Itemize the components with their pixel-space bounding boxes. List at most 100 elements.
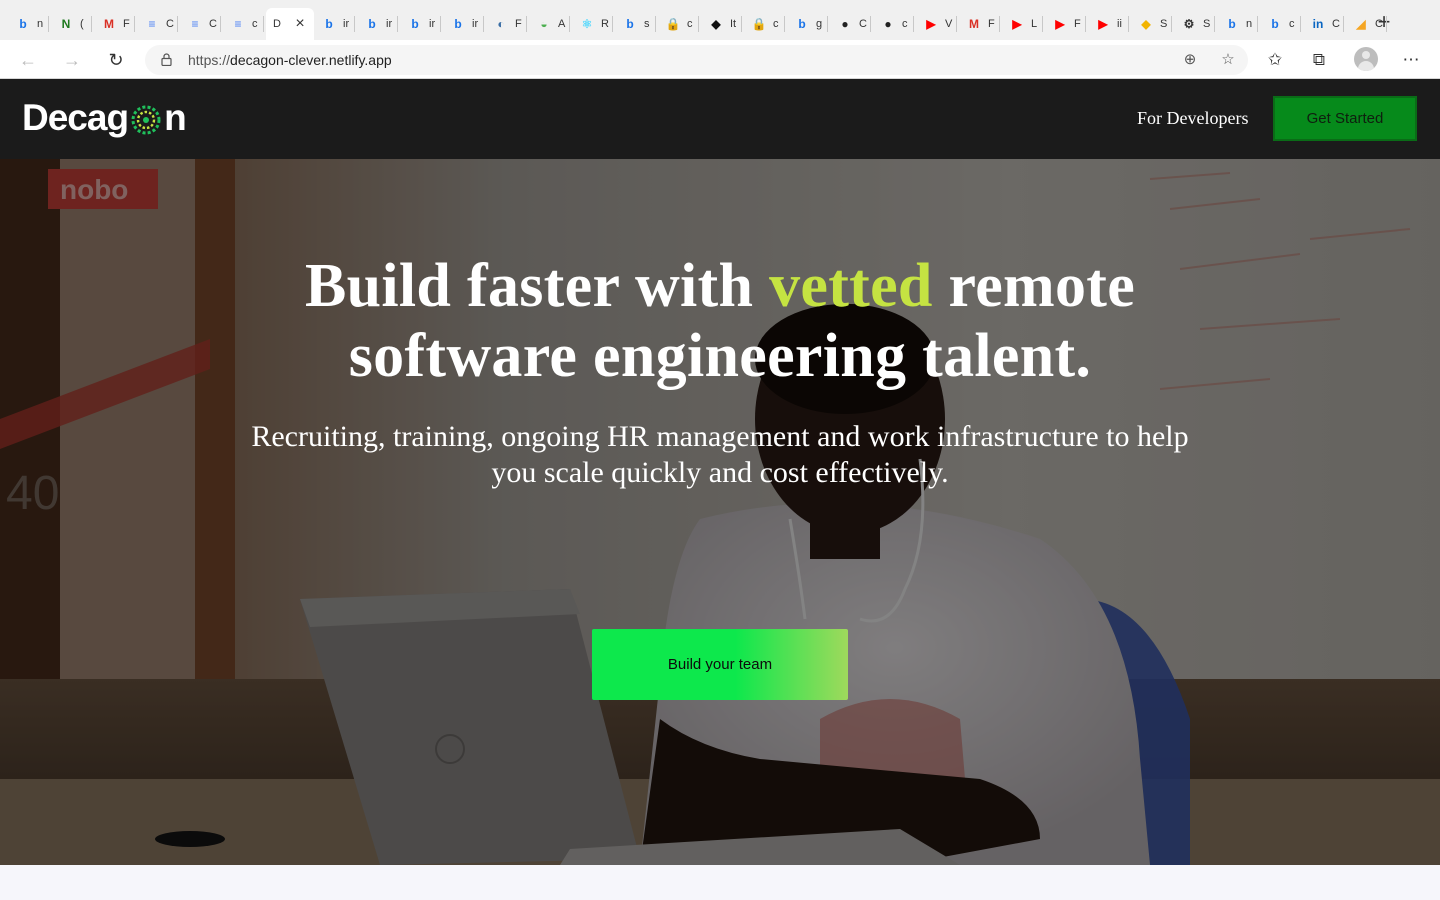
- tab-bing[interactable]: b ir: [400, 8, 441, 40]
- tab-docs[interactable]: ≡ C: [180, 8, 221, 40]
- tab-separator: [91, 16, 92, 32]
- tab-react[interactable]: ⚛ R: [572, 8, 613, 40]
- tab-separator: [220, 16, 221, 32]
- more-menu-icon[interactable]: ⋯: [1398, 47, 1424, 73]
- tab-label: V: [945, 18, 953, 30]
- favorites-icon[interactable]: ✩: [1262, 47, 1288, 73]
- tab-gmail[interactable]: MF: [959, 8, 1000, 40]
- tab-youtube[interactable]: ▶ V: [916, 8, 957, 40]
- tab-label: C: [166, 18, 174, 30]
- globe-icon: ◐: [497, 17, 505, 31]
- back-arrow-icon[interactable]: ←: [15, 47, 41, 73]
- tab-lock-doc[interactable]: 🔒 c: [658, 8, 699, 40]
- collections-icon[interactable]: ⧉: [1306, 47, 1332, 73]
- tab-github[interactable]: ● c: [873, 8, 914, 40]
- tab-label: L: [1031, 18, 1038, 30]
- for-developers-link[interactable]: For Developers: [1137, 108, 1248, 129]
- tab-gmail[interactable]: MF: [94, 8, 135, 40]
- tab-docs[interactable]: ≡ C: [137, 8, 178, 40]
- hero-section: nobo 40 Build faster with vetted remote …: [0, 159, 1440, 865]
- tab-globe[interactable]: ◐ F: [486, 8, 527, 40]
- tab-label: ir: [343, 18, 350, 30]
- address-bar[interactable]: https://decagon-clever.netlify.app ⊕ ☆: [145, 45, 1248, 75]
- tab-docs[interactable]: ≡ c: [223, 8, 264, 40]
- tab-separator: [526, 16, 527, 32]
- tab-separator: [134, 16, 135, 32]
- gmail-icon: M: [104, 17, 114, 31]
- tab-separator: [999, 16, 1000, 32]
- profile-avatar[interactable]: [1354, 47, 1378, 71]
- github-icon: ●: [841, 17, 849, 31]
- tab-bing[interactable]: bc: [1260, 8, 1301, 40]
- tab-active[interactable]: D ×: [266, 8, 314, 40]
- tab-separator: [1257, 16, 1258, 32]
- tab-bing[interactable]: b ir: [314, 8, 355, 40]
- tab-separator: [913, 16, 914, 32]
- tab-label: R: [601, 18, 609, 30]
- tab-lock-doc[interactable]: 🔒 c: [744, 8, 785, 40]
- decagon-ring-icon: [131, 105, 161, 135]
- tab-separator: [870, 16, 871, 32]
- tab-label: c: [902, 18, 908, 30]
- tab-separator: [569, 16, 570, 32]
- tab-bing[interactable]: b ir: [443, 8, 484, 40]
- close-tab-icon[interactable]: ×: [292, 16, 308, 32]
- tab-label: A: [558, 18, 566, 30]
- forward-arrow-icon[interactable]: →: [59, 47, 85, 73]
- tab-separator: [1300, 16, 1301, 32]
- youtube-icon: ▶: [1098, 17, 1108, 31]
- youtube-icon: ▶: [1055, 17, 1065, 31]
- tab-separator: [784, 16, 785, 32]
- tab-bing[interactable]: bs: [615, 8, 656, 40]
- tab-label: C: [1375, 18, 1383, 30]
- decagon-logo[interactable]: Decag n: [22, 93, 187, 143]
- tab-label: ii: [1117, 18, 1122, 30]
- tab-separator: [397, 16, 398, 32]
- tab-linkedin[interactable]: in C: [1303, 8, 1344, 40]
- lock-icon: [161, 53, 172, 66]
- tab-label: S: [1203, 18, 1211, 30]
- tab-bing[interactable]: bg: [787, 8, 828, 40]
- add-favorite-icon[interactable]: ☆: [1218, 50, 1238, 70]
- reload-icon[interactable]: ↻: [103, 47, 129, 73]
- tab-separator: [48, 16, 49, 32]
- tab-label: S: [1160, 18, 1168, 30]
- tab-separator: [1214, 16, 1215, 32]
- browser-toolbar: ← → ↻ https://decagon-clever.netlify.app…: [0, 40, 1440, 79]
- tab-github[interactable]: ● C: [830, 8, 871, 40]
- gmail-icon: M: [969, 17, 979, 31]
- build-your-team-button[interactable]: Build your team: [592, 629, 848, 700]
- tab-youtube[interactable]: ▶ L: [1002, 8, 1043, 40]
- tab-label: F: [515, 18, 522, 30]
- tab-gear[interactable]: ⚙ S: [1174, 8, 1215, 40]
- tab-dark-square[interactable]: ◆ It: [701, 8, 742, 40]
- tab-label: n: [37, 18, 44, 30]
- site-header: Decag n For Developers Get Started: [0, 79, 1440, 159]
- diamond-icon: ◆: [1141, 17, 1151, 31]
- tab-label: C: [1332, 18, 1340, 30]
- tab-label: ir: [429, 18, 436, 30]
- react-icon: ⚛: [581, 17, 593, 31]
- youtube-icon: ▶: [1012, 17, 1022, 31]
- linkedin-icon: in: [1312, 17, 1324, 31]
- tab-bing[interactable]: bn: [8, 8, 49, 40]
- tab-label: C: [859, 18, 867, 30]
- hero-subheadline: Recruiting, training, ongoing HR managem…: [251, 420, 1189, 489]
- tab-separator: [354, 16, 355, 32]
- tab-youtube[interactable]: ▶ F: [1045, 8, 1086, 40]
- tab-label: c: [773, 18, 779, 30]
- tab-bing[interactable]: b ir: [357, 8, 398, 40]
- tab-label: ir: [386, 18, 393, 30]
- tab-notion-n[interactable]: N(: [51, 8, 92, 40]
- zoom-icon[interactable]: ⊕: [1180, 50, 1200, 70]
- tab-bing[interactable]: bn: [1217, 8, 1258, 40]
- tab-landscape[interactable]: ◒ A: [529, 8, 570, 40]
- tab-orange-app[interactable]: ◢ C: [1346, 8, 1387, 40]
- url-text[interactable]: https://decagon-clever.netlify.app: [188, 52, 392, 68]
- get-started-button[interactable]: Get Started: [1273, 96, 1417, 141]
- tab-youtube[interactable]: ▶ ii: [1088, 8, 1129, 40]
- tab-label: D: [273, 18, 281, 30]
- tab-diamond[interactable]: ◆ S: [1131, 8, 1172, 40]
- tab-label: (: [80, 18, 84, 30]
- notion-n-icon: N: [61, 17, 71, 31]
